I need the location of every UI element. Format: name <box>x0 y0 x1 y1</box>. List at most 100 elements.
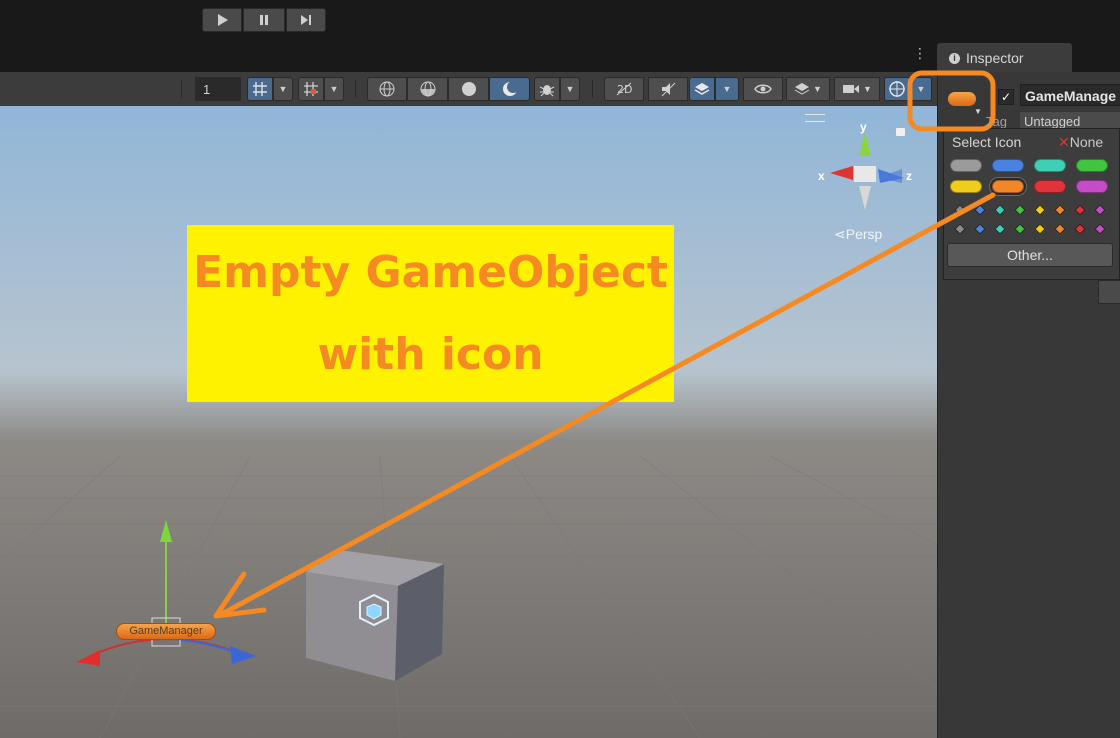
small-icon-option[interactable] <box>954 223 966 235</box>
effects-toggle-button[interactable] <box>689 77 715 101</box>
small-icon-option[interactable] <box>1094 223 1106 235</box>
camera-icon <box>843 85 860 93</box>
info-icon: i <box>949 52 960 64</box>
chevron-down-icon: ▼ <box>974 107 982 116</box>
label-icon-option[interactable] <box>992 159 1024 172</box>
label-icon-option[interactable] <box>950 159 982 172</box>
shaded-sphere-icon <box>461 82 476 96</box>
active-checkbox[interactable]: ✓ <box>998 89 1014 105</box>
small-icon-option[interactable] <box>1074 204 1086 216</box>
gamemanager-icon-label[interactable]: GameManager <box>116 623 216 640</box>
gizmo-z-label: z <box>906 169 912 183</box>
svg-text:2D: 2D <box>617 83 632 96</box>
audio-toggle-button[interactable] <box>648 77 688 101</box>
tab-inspector-label: Inspector <box>966 50 1024 66</box>
small-icon-option[interactable] <box>974 204 986 216</box>
chevron-down-icon: ▼ <box>863 84 872 94</box>
label-icon-option[interactable] <box>1076 180 1108 193</box>
chevron-down-icon: ▼ <box>565 84 575 94</box>
grid-visibility-dropdown[interactable]: ▼ <box>324 77 344 101</box>
scene-viewport[interactable]: y x z ⋖Persp GameManager <box>0 106 937 738</box>
projection-text: Persp <box>845 226 883 242</box>
camera-dropdown-button[interactable]: ▼ <box>834 77 880 101</box>
inspector-side-button[interactable] <box>1098 280 1120 304</box>
grid-snap-icon <box>253 82 267 96</box>
shaded-button[interactable] <box>448 77 489 101</box>
bug-icon <box>539 85 555 97</box>
label-icon-option[interactable] <box>1034 159 1066 172</box>
more-options-icon[interactable]: ⋮ <box>913 46 927 60</box>
scene-visibility-button[interactable] <box>743 77 783 101</box>
shaded-wireframe-button[interactable] <box>407 77 448 101</box>
step-button[interactable] <box>286 8 326 32</box>
gizmo-globe-icon <box>889 81 905 97</box>
select-icon-popup: Select Icon ✕None Other... <box>943 128 1120 280</box>
small-icon-option[interactable] <box>994 223 1006 235</box>
other-button[interactable]: Other... <box>947 243 1113 267</box>
layers-icon <box>794 83 810 95</box>
small-icon-option[interactable] <box>1074 223 1086 235</box>
none-button[interactable]: ✕None <box>1058 134 1103 151</box>
grid-snap-input[interactable]: 1 <box>195 77 241 101</box>
grid-snap-dropdown[interactable]: ▼ <box>273 77 293 101</box>
2d-toggle-button[interactable]: 2D <box>604 77 644 101</box>
small-icon-option[interactable] <box>954 204 966 216</box>
chevron-down-icon: ▼ <box>916 84 926 94</box>
grid-icon <box>304 82 318 96</box>
small-icon-option[interactable] <box>1054 223 1066 235</box>
label-icon-option[interactable] <box>990 178 1026 195</box>
pause-icon <box>260 15 268 25</box>
layers-dropdown-button[interactable]: ▼ <box>786 77 830 101</box>
effects-dropdown[interactable]: ▼ <box>715 77 739 101</box>
layers-effects-icon <box>694 83 710 95</box>
play-button[interactable] <box>202 8 242 32</box>
callout-line-1: Empty GameObject <box>193 247 668 298</box>
lighting-button[interactable] <box>489 77 530 101</box>
chevron-down-icon: ▼ <box>329 84 339 94</box>
callout-line-2: with icon <box>317 329 544 380</box>
transform-gizmo[interactable] <box>70 516 270 676</box>
tab-inspector[interactable]: i Inspector <box>937 43 1072 73</box>
prefab-cube-icon <box>359 593 389 627</box>
label-icon-option[interactable] <box>950 180 982 193</box>
chevron-down-icon: ▼ <box>813 84 822 94</box>
shaded-wireframe-icon <box>420 81 435 97</box>
2d-icon: 2D <box>616 82 632 96</box>
debug-draw-mode-button[interactable] <box>534 77 560 101</box>
small-icon-option[interactable] <box>1014 223 1026 235</box>
wireframe-shading-button[interactable] <box>367 77 407 101</box>
small-icon-option[interactable] <box>1094 204 1106 216</box>
debug-draw-dropdown[interactable]: ▼ <box>560 77 580 101</box>
small-icon-option[interactable] <box>994 204 1006 216</box>
selected-orange-icon <box>948 92 976 106</box>
speaker-mute-icon <box>661 82 676 97</box>
grid-snapping-button[interactable] <box>247 77 273 101</box>
gizmo-x-label: x <box>818 169 825 183</box>
object-name-field[interactable]: GameManage <box>1020 84 1120 106</box>
icon-selector-button[interactable]: ▼ <box>946 90 986 116</box>
tag-label: Tag <box>986 114 1007 129</box>
popup-title: Select Icon <box>952 134 1022 150</box>
label-icon-option[interactable] <box>1076 159 1108 172</box>
label-icon-option[interactable] <box>1034 180 1066 193</box>
close-icon: ✕ <box>1058 134 1070 150</box>
gizmo-y-label: y <box>860 120 867 134</box>
small-icon-option[interactable] <box>974 223 986 235</box>
annotation-callout: Empty GameObject with icon <box>187 225 674 402</box>
small-icon-option[interactable] <box>1054 204 1066 216</box>
gizmos-toggle-button[interactable] <box>884 77 910 101</box>
projection-label[interactable]: ⋖Persp <box>834 226 882 243</box>
pause-button[interactable] <box>243 8 285 32</box>
play-icon <box>218 14 228 26</box>
gizmos-dropdown[interactable]: ▼ <box>910 77 932 101</box>
step-icon <box>301 15 311 25</box>
none-label: None <box>1069 134 1104 150</box>
grid-visibility-button[interactable] <box>298 77 324 101</box>
scene-toolbar: 1 ▼ ▼ ▼ 2D ▼ ▼ ▼ ▼ <box>0 72 937 107</box>
small-icon-option[interactable] <box>1034 223 1046 235</box>
small-icon-option[interactable] <box>1034 204 1046 216</box>
small-icon-option[interactable] <box>1014 204 1026 216</box>
lock-icon[interactable] <box>896 128 905 136</box>
drag-handle-icon[interactable] <box>805 114 825 122</box>
chevron-down-icon: ▼ <box>278 84 288 94</box>
